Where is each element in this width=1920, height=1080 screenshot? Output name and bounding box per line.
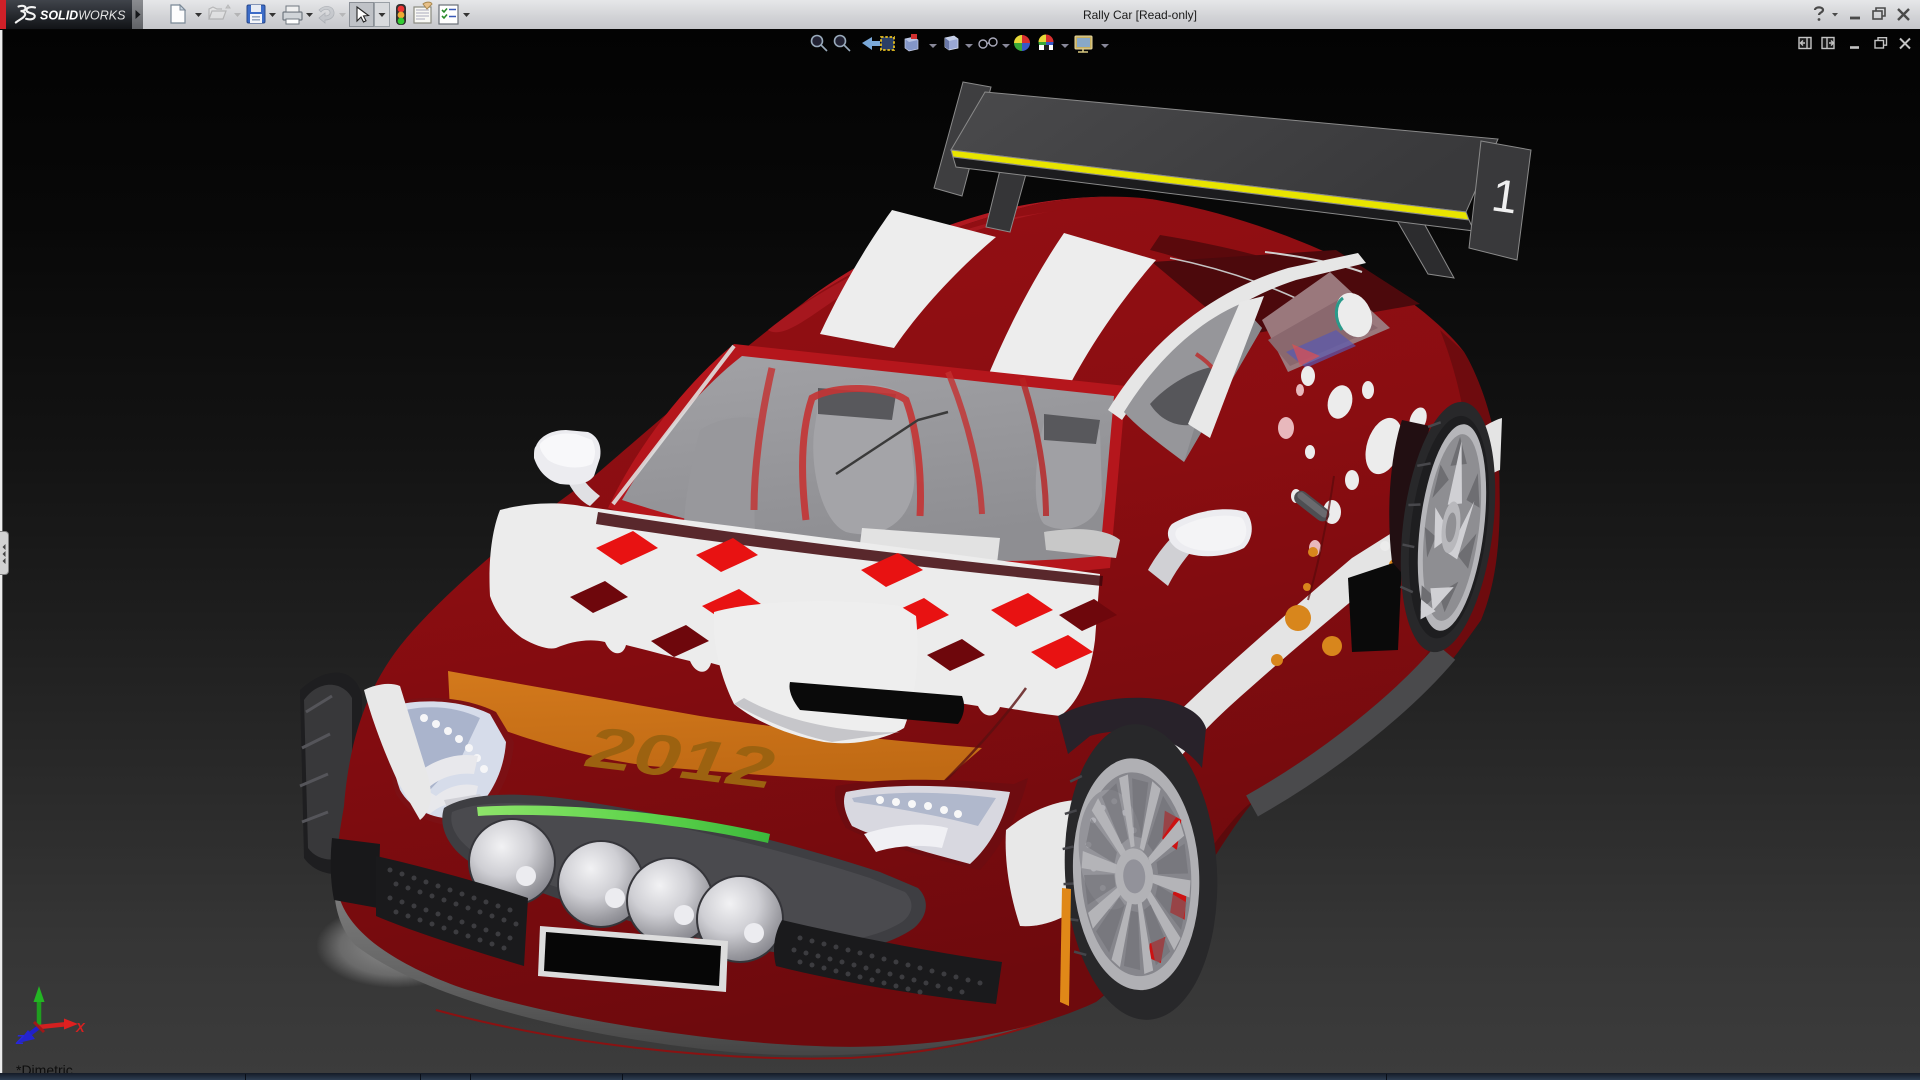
svg-text:SOLIDWORKS: SOLIDWORKS	[40, 9, 126, 23]
svg-text:Z: Z	[15, 1032, 25, 1047]
svg-text:X: X	[75, 1020, 86, 1035]
